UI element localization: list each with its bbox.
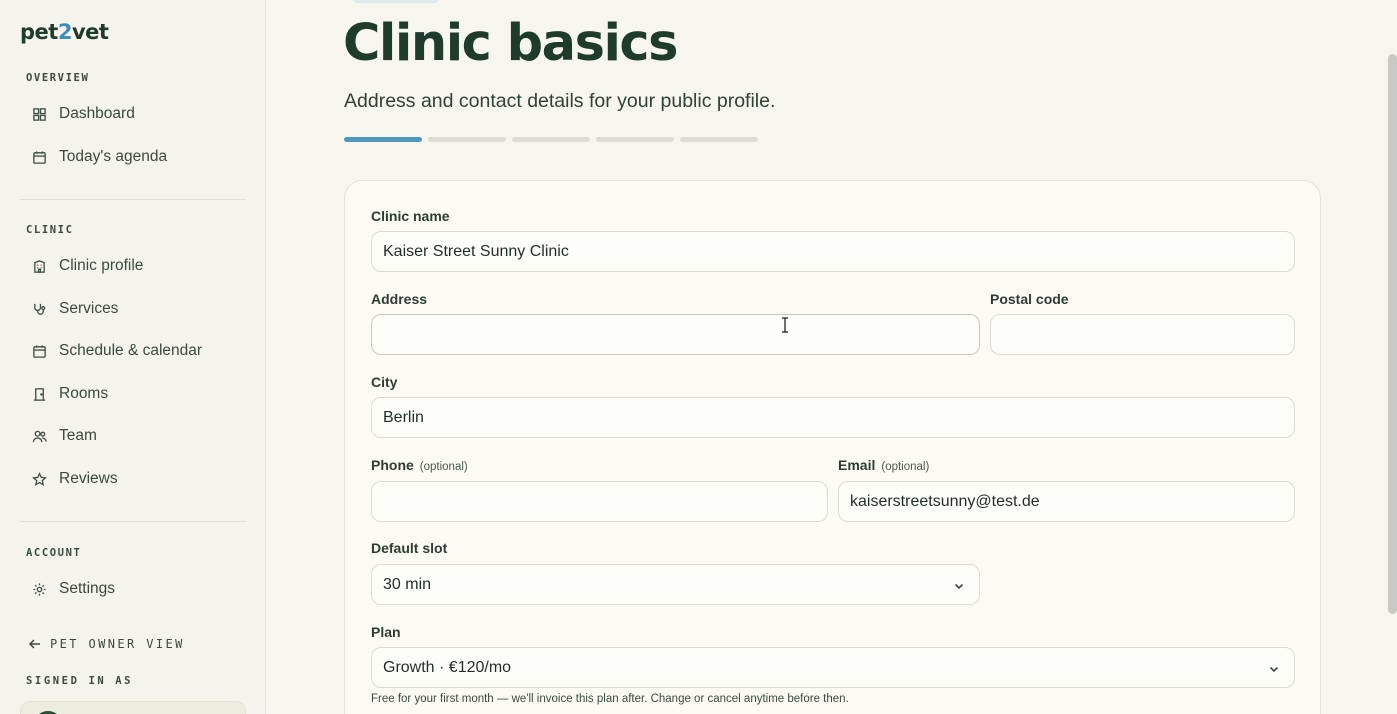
postal-code-label: Postal code [990,291,1069,307]
postal-code-input[interactable] [990,314,1295,355]
progress-step [428,137,506,142]
sidebar-item-label: Schedule & calendar [59,342,203,359]
sidebar-item-label: Settings [59,580,116,597]
door-icon [31,386,48,403]
address-input[interactable] [371,314,980,355]
progress-step [680,137,758,142]
stethoscope-icon [31,301,48,318]
email-label: Email (optional) [838,457,929,473]
postal-code-label-text: Postal code [990,291,1069,307]
sidebar-item-reviews[interactable]: Reviews [20,460,246,498]
plan-help-text: Free for your first month — we'll invoic… [371,693,849,705]
sidebar-item-label: Reviews [59,470,118,487]
city-input[interactable] [371,397,1295,438]
default-slot-label: Default slot [371,540,447,556]
phone-optional-tag: (optional) [419,461,468,473]
clinic-basics-form: Clinic name Address Postal code City Pho… [344,180,1321,714]
city-label: City [371,374,397,390]
sidebar-item-label: Today's agenda [59,148,168,165]
plan-label-text: Plan [371,624,401,640]
chevron-down-icon [1268,662,1280,674]
progress-steps [344,137,758,142]
arrow-left-icon [28,639,40,649]
email-input[interactable] [838,481,1295,522]
sidebar: pet2vet OVERVIEW Dashboard Today's agend… [0,0,266,714]
sidebar-item-rooms[interactable]: Rooms [20,375,246,413]
default-slot-select[interactable]: 30 min [371,564,980,605]
text-cursor-icon [781,317,789,333]
clinic-name-input[interactable] [371,231,1295,272]
sidebar-item-services[interactable]: Services [20,290,246,328]
sidebar-divider [20,521,246,522]
top-pill [353,0,439,3]
brand-logo[interactable]: pet2vet [20,20,109,44]
pet-owner-view-label: PET OWNER VIEW [50,637,185,651]
main-content: Clinic basics Address and contact detail… [267,0,1397,714]
address-label-text: Address [371,291,428,307]
user-card[interactable] [20,701,246,714]
plan-select[interactable]: Growth · €120/mo [371,647,1295,688]
progress-step [344,137,422,142]
section-label-clinic: CLINIC [26,224,74,236]
grid-icon [31,106,48,123]
chevron-down-icon [953,579,965,591]
signed-in-as-label: SIGNED IN AS [26,675,134,687]
pet-owner-view-link[interactable]: PET OWNER VIEW [28,637,185,651]
default-slot-label-text: Default slot [371,540,448,556]
progress-step [596,137,674,142]
brand-prefix: pet [20,20,58,44]
sidebar-item-label: Team [59,427,97,444]
building-icon [31,258,48,275]
page-title: Clinic basics [343,14,679,73]
plan-label: Plan [371,624,401,640]
city-label-text: City [371,374,398,390]
phone-label: Phone (optional) [371,457,468,473]
phone-input[interactable] [371,481,828,522]
sidebar-item-label: Clinic profile [59,257,144,274]
email-label-text: Email [838,457,876,473]
brand-two: 2 [57,20,73,44]
star-icon [31,471,48,488]
sidebar-item-label: Dashboard [59,105,135,122]
section-label-overview: OVERVIEW [26,72,90,84]
sidebar-item-schedule-calendar[interactable]: Schedule & calendar [20,332,246,370]
address-label: Address [371,291,427,307]
users-icon [31,428,48,445]
sidebar-item-todays-agenda[interactable]: Today's agenda [20,138,246,176]
calendar-icon [31,149,48,166]
email-optional-tag: (optional) [881,461,930,473]
plan-value: Growth · €120/mo [383,658,512,676]
page-subtitle: Address and contact details for your pub… [344,90,776,112]
scrollbar[interactable] [1388,54,1397,614]
sidebar-item-label: Services [59,300,119,317]
brand-suffix: vet [71,20,109,44]
phone-label-text: Phone [371,457,414,473]
sidebar-item-label: Rooms [59,385,109,402]
gear-icon [31,581,48,598]
progress-step [512,137,590,142]
sidebar-item-clinic-profile[interactable]: Clinic profile [20,247,246,285]
section-label-account: ACCOUNT [26,547,82,559]
default-slot-value: 30 min [383,575,432,593]
clinic-name-label-text: Clinic name [371,208,450,224]
clinic-name-label: Clinic name [371,208,450,224]
sidebar-item-team[interactable]: Team [20,417,246,455]
calendar-icon [31,343,48,360]
sidebar-item-settings[interactable]: Settings [20,570,246,608]
sidebar-divider [20,199,246,200]
sidebar-item-dashboard[interactable]: Dashboard [20,95,246,133]
